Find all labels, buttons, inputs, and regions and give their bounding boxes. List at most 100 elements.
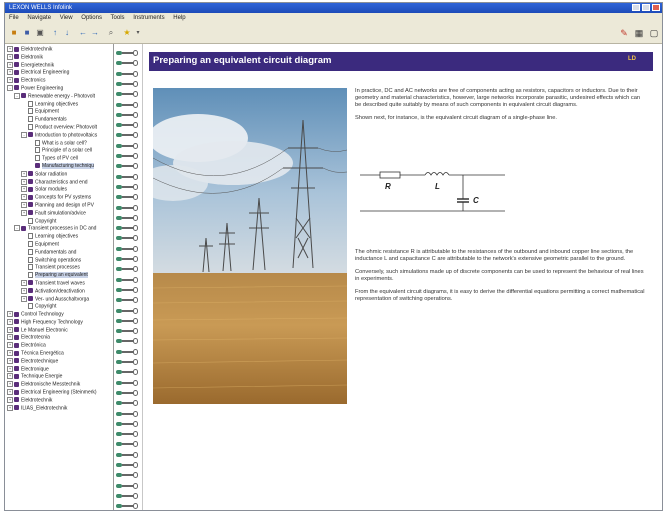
- arrow-up-icon[interactable]: ↑: [50, 28, 60, 38]
- print-icon[interactable]: ▣: [35, 28, 45, 38]
- tree-node[interactable]: +bookElectrical Engineering: [5, 69, 113, 77]
- expand-toggle-icon[interactable]: +: [21, 178, 27, 185]
- expand-toggle-icon[interactable]: +: [21, 186, 27, 193]
- expand-toggle-icon[interactable]: -: [21, 131, 27, 138]
- expand-toggle-icon[interactable]: +: [7, 350, 13, 357]
- expand-toggle-icon[interactable]: +: [7, 311, 13, 318]
- expand-toggle-icon[interactable]: +: [7, 396, 13, 403]
- tree-node[interactable]: +bookSolar radiation: [5, 170, 113, 179]
- expand-toggle-icon[interactable]: +: [21, 287, 27, 294]
- tree-node[interactable]: -bookTransient processes in DC and: [5, 225, 113, 233]
- tree-node[interactable]: +bookLe Manuel Electronic: [5, 326, 113, 335]
- expand-toggle-icon[interactable]: +: [7, 357, 13, 364]
- expand-toggle-icon[interactable]: +: [21, 194, 27, 201]
- expand-toggle-icon[interactable]: -: [14, 225, 20, 232]
- expand-toggle-icon[interactable]: +: [7, 318, 13, 325]
- menu-view[interactable]: View: [60, 15, 73, 21]
- tree-node[interactable]: pageEquipment: [5, 240, 113, 249]
- tree-node[interactable]: pagePreparing an equivalent: [5, 272, 113, 280]
- folder-icon[interactable]: ■: [9, 28, 19, 38]
- tree-node[interactable]: +bookElektrotechnik: [5, 396, 113, 405]
- tree-node[interactable]: pageFundamentals and: [5, 248, 113, 257]
- expand-toggle-icon[interactable]: +: [21, 170, 27, 177]
- tree-node[interactable]: +bookVer- und Ausschaltvorga: [5, 295, 113, 304]
- tree-node[interactable]: pageEquipment: [5, 108, 113, 116]
- tree-node[interactable]: pageSwitching operations: [5, 256, 113, 265]
- expand-toggle-icon[interactable]: +: [7, 61, 13, 68]
- expand-toggle-icon[interactable]: +: [7, 326, 13, 333]
- bookmark-icon[interactable]: ★: [122, 28, 132, 38]
- tree-node[interactable]: +bookElektronische Messtechnik: [5, 381, 113, 389]
- expand-toggle-icon[interactable]: +: [7, 46, 13, 52]
- expand-toggle-icon[interactable]: -: [14, 92, 20, 99]
- tree-node[interactable]: pageCopyright: [5, 303, 113, 311]
- maximize-icon[interactable]: [642, 4, 650, 11]
- tree-node[interactable]: +bookFault simulation/advice: [5, 209, 113, 218]
- tree-node[interactable]: +bookSolar modules: [5, 186, 113, 194]
- tree-node[interactable]: +bookElektronik: [5, 53, 113, 62]
- expand-toggle-icon[interactable]: +: [21, 295, 27, 302]
- tree-node[interactable]: +bookConcepts for PV systems: [5, 194, 113, 202]
- expand-toggle-icon[interactable]: +: [7, 53, 13, 60]
- tree-node[interactable]: pageFundamentals: [5, 116, 113, 124]
- forward-icon[interactable]: →: [90, 28, 100, 38]
- tree-node[interactable]: pageLearning objectives: [5, 233, 113, 241]
- tree-node[interactable]: +bookControl Technology: [5, 311, 113, 319]
- expand-toggle-icon[interactable]: +: [21, 279, 27, 286]
- expand-toggle-icon[interactable]: +: [7, 334, 13, 341]
- expand-toggle-icon[interactable]: +: [7, 342, 13, 349]
- tree-node[interactable]: -bookRenewable energy - Photovolt: [5, 92, 113, 101]
- menu-tools[interactable]: Tools: [111, 15, 125, 21]
- tree-node[interactable]: pageTransient processes: [5, 264, 113, 272]
- tree-node[interactable]: +bookCharacteristics and end: [5, 178, 113, 187]
- tree-node[interactable]: +bookEnergietechnik: [5, 61, 113, 70]
- arrow-down-icon[interactable]: ↓: [62, 28, 72, 38]
- expand-toggle-icon[interactable]: +: [7, 365, 13, 372]
- layout-icon[interactable]: ▦: [633, 27, 645, 39]
- minimize-icon[interactable]: [632, 4, 640, 11]
- expand-toggle-icon[interactable]: +: [21, 201, 27, 208]
- chevron-down-icon[interactable]: ▾: [133, 28, 143, 38]
- tree-node[interactable]: +bookÉlectrotechnique: [5, 357, 113, 366]
- expand-toggle-icon[interactable]: +: [7, 404, 13, 411]
- menu-help[interactable]: Help: [173, 15, 185, 21]
- expand-toggle-icon[interactable]: +: [7, 373, 13, 380]
- tree-node[interactable]: +bookElectrónica: [5, 342, 113, 350]
- pen-icon[interactable]: ✎: [618, 27, 630, 39]
- save-icon[interactable]: ■: [22, 28, 32, 38]
- menu-navigate[interactable]: Navigate: [27, 15, 51, 21]
- tree-node[interactable]: pageLearning objectives: [5, 100, 113, 109]
- tree-node[interactable]: +bookActivation/deactivation: [5, 287, 113, 296]
- menu-options[interactable]: Options: [81, 15, 102, 21]
- menu-file[interactable]: File: [9, 15, 19, 21]
- tree-node[interactable]: pagePrinciple of a solar cell: [5, 147, 113, 155]
- tree-node[interactable]: +bookTécnica Energética: [5, 350, 113, 358]
- tree-node[interactable]: +bookElektrotechnik: [5, 46, 113, 54]
- tree-node[interactable]: +bookElectronics: [5, 77, 113, 85]
- fullscreen-icon[interactable]: ▢: [648, 27, 660, 39]
- tree-node[interactable]: pageProduct overview: Photovolt: [5, 123, 113, 132]
- tree-node[interactable]: -bookIntroduction to photovoltaics: [5, 131, 113, 140]
- expand-toggle-icon[interactable]: +: [7, 69, 13, 76]
- tree-node[interactable]: -bookPower Engineering: [5, 84, 113, 93]
- tree-node[interactable]: +bookILIAS_Elektrotechnik: [5, 404, 113, 413]
- expand-toggle-icon[interactable]: +: [7, 77, 13, 84]
- expand-toggle-icon[interactable]: +: [7, 381, 13, 388]
- tree-node[interactable]: +bookÉlectronique: [5, 365, 113, 374]
- tree-node[interactable]: +bookHigh Frequency Technology: [5, 318, 113, 327]
- tree-node[interactable]: pageCopyright: [5, 217, 113, 226]
- tree-node[interactable]: pageWhat is a solar cell?: [5, 139, 113, 148]
- tree-node[interactable]: bookManufacturing techniqu: [5, 163, 113, 171]
- expand-toggle-icon[interactable]: -: [7, 84, 13, 91]
- close-icon[interactable]: [652, 4, 660, 11]
- tree-node[interactable]: +bookTransient travel waves: [5, 279, 113, 288]
- tree-node[interactable]: pageTypes of PV cell: [5, 155, 113, 163]
- search-icon[interactable]: ⌕: [106, 28, 116, 38]
- tree-node[interactable]: +bookElectrotecnia: [5, 334, 113, 342]
- back-icon[interactable]: ←: [78, 28, 88, 38]
- tree-node[interactable]: +bookPlanning and design of PV: [5, 201, 113, 210]
- navigation-tree[interactable]: +bookElektrotechnik+bookElektronik+bookE…: [5, 44, 114, 510]
- menu-instruments[interactable]: Instruments: [133, 15, 164, 21]
- tree-node[interactable]: +bookTechnique Énergie: [5, 373, 113, 381]
- expand-toggle-icon[interactable]: +: [21, 209, 27, 216]
